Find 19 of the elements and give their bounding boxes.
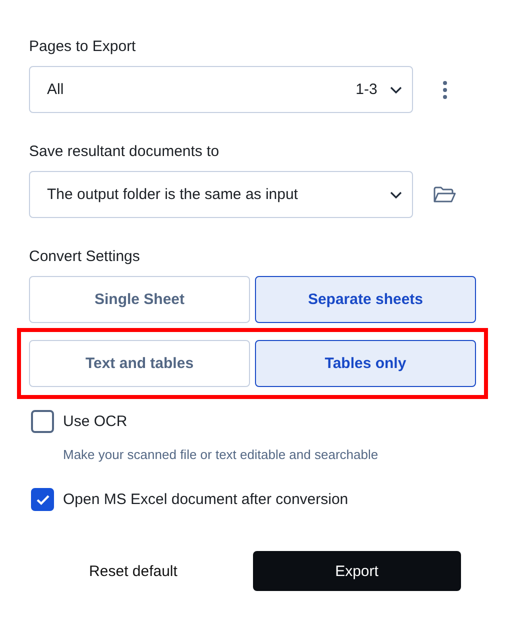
reset-button[interactable]: Reset default: [29, 551, 238, 591]
section-label: Pages to Export: [29, 38, 136, 55]
checkbox[interactable]: [31, 410, 54, 433]
checkbox-label: Open MS Excel document after conversion: [63, 491, 348, 508]
toggle-button[interactable]: Tables only: [255, 340, 476, 387]
pages-dropdown[interactable]: All 1-3: [29, 66, 414, 113]
folder-dropdown[interactable]: The output folder is the same as input: [29, 171, 414, 218]
checkbox[interactable]: [31, 488, 54, 511]
checkbox-label: Use OCR: [63, 413, 128, 430]
toggle-button[interactable]: Separate sheets: [255, 276, 476, 323]
section-label: Save resultant documents to: [29, 143, 220, 160]
check-icon: [36, 494, 50, 506]
export-button[interactable]: Export: [252, 551, 461, 591]
hint-text: Make your scanned file or text editable and searchable: [63, 447, 378, 462]
section-label: Convert Settings: [29, 248, 140, 265]
toggle-button[interactable]: Single Sheet: [29, 276, 250, 323]
folder-icon[interactable]: [432, 186, 457, 204]
more-icon[interactable]: [442, 80, 448, 100]
toggle-button[interactable]: Text and tables: [29, 340, 250, 387]
